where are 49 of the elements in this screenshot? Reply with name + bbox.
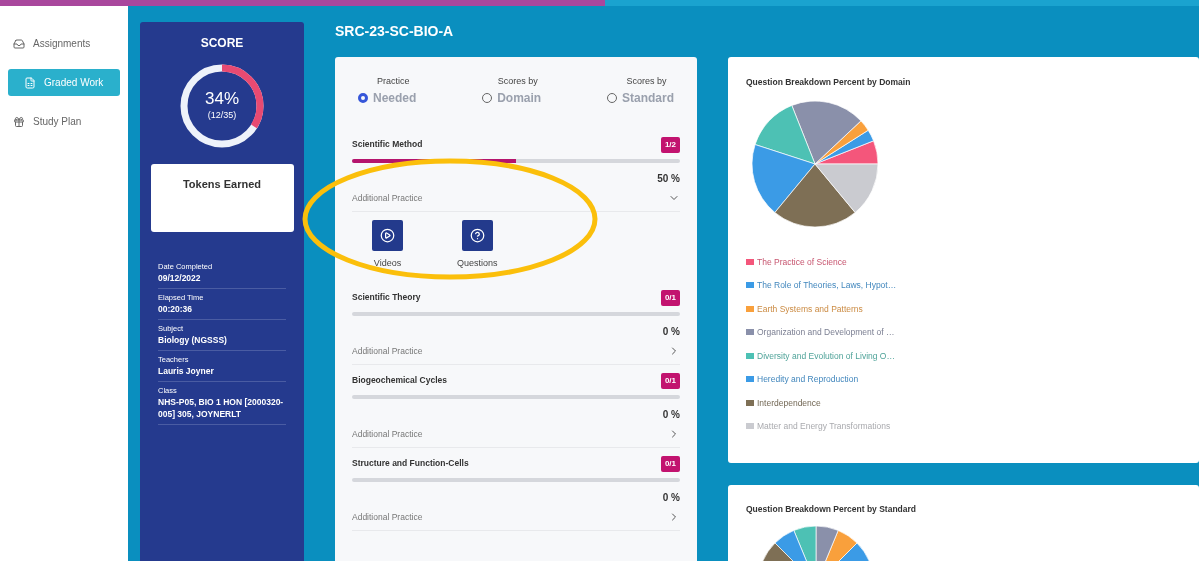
score-badge: 1/2 (660, 136, 680, 153)
score-badge: 0/1 (660, 289, 680, 306)
sidebar-icon (24, 76, 36, 89)
score-badge: 0/1 (660, 455, 680, 472)
chart-title: Question Breakdown Percent by Domain (746, 76, 912, 89)
score-percent: 34% (205, 89, 239, 110)
sidebar-item[interactable]: Assignments (8, 30, 120, 57)
page-title: SRC-23-SC-BIO-A (335, 22, 455, 41)
chart-title: Question Breakdown Percent by Standard (746, 503, 918, 516)
view-option[interactable]: Practice Needed (358, 75, 417, 107)
legend-label: The Practice of Science (757, 255, 847, 269)
sidebar-icon (13, 37, 25, 50)
score-title: SCORE (200, 35, 244, 52)
legend-label: Organization and Development of … (757, 326, 895, 340)
practice-option[interactable]: Questions (457, 219, 498, 282)
detail-value: 09/12/2022 (158, 272, 202, 284)
detail-value: 00:20:36 (158, 303, 194, 315)
detail-value: Lauris Joyner (158, 365, 215, 377)
help-icon (469, 227, 485, 243)
section-percent: 0 % (662, 407, 680, 422)
view-option[interactable]: Scores by Domain (482, 75, 542, 107)
play-icon (380, 227, 395, 243)
sidebar-icon (13, 115, 25, 128)
legend-label: Heredity and Reproduction (757, 373, 859, 387)
radio-button[interactable] (358, 92, 368, 103)
sidebar-item[interactable]: Study Plan (8, 108, 120, 135)
section-title: Scientific Method (352, 138, 423, 151)
section-title: Biogeochemical Cycles (352, 374, 447, 387)
section-percent: 50 % (657, 171, 680, 186)
additional-practice-toggle[interactable]: Additional Practice (352, 421, 680, 448)
legend-label: The Role of Theories, Laws, Hypot… (757, 279, 897, 293)
section-title: Scientific Theory (352, 291, 421, 304)
detail-value: Biology (NGSSS) (158, 334, 228, 346)
section-title: Structure and Function-Cells (352, 457, 469, 470)
additional-practice-toggle[interactable]: Additional Practice (352, 504, 680, 531)
score-badge: 0/1 (660, 372, 680, 389)
section-percent: 0 % (662, 490, 680, 505)
legend-label: Matter and Energy Transformations (757, 420, 891, 434)
practice-option[interactable]: Videos (372, 219, 403, 282)
legend-label: Diversity and Evolution of Living O… (757, 349, 895, 363)
detail-value: NHS-P05, BIO 1 HON [2000320-005] 305, JOYNERLT (158, 396, 285, 420)
additional-practice-toggle[interactable]: Additional Practice (352, 185, 680, 212)
legend-label: Interdependence (757, 396, 821, 410)
additional-practice-toggle[interactable]: Additional Practice (352, 338, 680, 365)
score-fraction: (12/35) (207, 109, 237, 123)
view-option[interactable]: Scores by Standard (606, 75, 674, 107)
tokens-title: Tokens Earned (182, 177, 261, 192)
section-percent: 0 % (662, 324, 680, 339)
legend-label: Earth Systems and Patterns (757, 302, 863, 316)
